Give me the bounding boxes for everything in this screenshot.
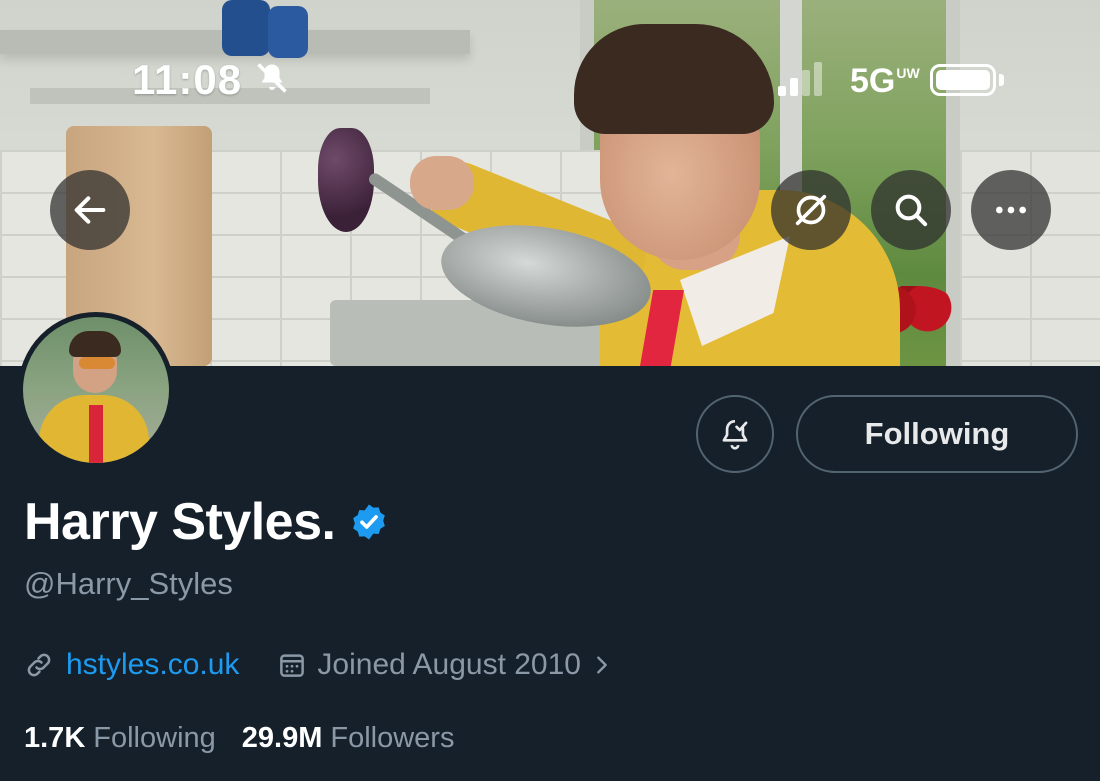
- following-stat[interactable]: 1.7K Following: [24, 722, 216, 755]
- banner-hand: [410, 156, 474, 210]
- calendar-icon: [280, 654, 305, 677]
- joined-date[interactable]: Joined August 2010: [317, 648, 581, 682]
- banner-jug: [222, 0, 270, 56]
- search-button[interactable]: [871, 170, 951, 250]
- verified-badge-icon[interactable]: [349, 502, 389, 542]
- display-name: Harry Styles.: [24, 493, 336, 551]
- following-count: 1.7K: [24, 722, 86, 754]
- status-time: 11:08: [132, 56, 243, 103]
- banner-jug-2: [268, 6, 308, 58]
- website-link[interactable]: hstyles.co.uk: [66, 648, 239, 682]
- network-badge: UW: [896, 65, 920, 81]
- profile-meta: hstyles.co.uk Joined August 2010: [24, 648, 613, 682]
- profile-stats: 1.7K Following 29.9M Followers: [24, 722, 454, 755]
- followers-stat[interactable]: 29.9M Followers: [242, 722, 455, 755]
- battery-tip: [999, 74, 1004, 86]
- banner-grapes: [318, 128, 374, 232]
- battery-icon: [930, 64, 996, 96]
- more-horizontal-icon: [996, 206, 1026, 214]
- notifications-button[interactable]: [696, 395, 774, 473]
- bell-muted-icon: [257, 63, 287, 93]
- arrow-left-icon: [74, 196, 106, 224]
- avatar-hair: [69, 331, 121, 357]
- search-icon: [895, 194, 928, 227]
- network-label: 5G: [850, 62, 896, 100]
- profile-handle: @Harry_Styles: [24, 566, 233, 601]
- profile-name-row: Harry Styles.: [24, 492, 389, 552]
- back-button[interactable]: [50, 170, 130, 250]
- following-button[interactable]: Following: [796, 395, 1078, 473]
- grok-button[interactable]: [771, 170, 851, 250]
- more-button[interactable]: [971, 170, 1051, 250]
- followers-count: 29.9M: [241, 722, 323, 754]
- bell-check-icon: [722, 419, 748, 450]
- following-label: Following: [93, 722, 216, 754]
- avatar-tie: [89, 405, 103, 463]
- avatar[interactable]: [18, 312, 174, 468]
- cellular-signal-icon: [778, 62, 822, 96]
- network-indicator: 5GUW: [850, 62, 920, 101]
- followers-label: Followers: [330, 722, 455, 754]
- chevron-right-icon[interactable]: [591, 654, 613, 676]
- avatar-glasses: [79, 357, 115, 369]
- battery-level: [936, 70, 990, 90]
- slash-circle-icon: [795, 194, 827, 226]
- link-icon: [27, 653, 51, 677]
- banner-hair: [574, 24, 774, 134]
